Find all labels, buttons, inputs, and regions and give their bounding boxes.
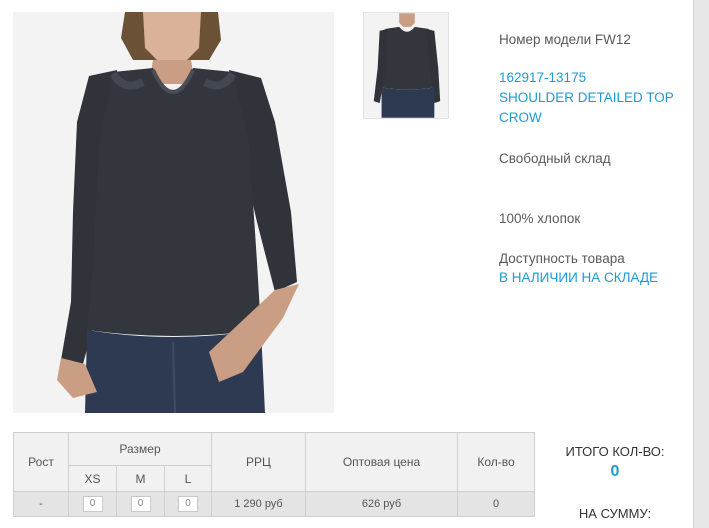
row-quantity: 0 xyxy=(457,491,535,517)
header-rost: Рост xyxy=(13,432,69,492)
row-rost: - xyxy=(13,491,69,517)
product-sku-link[interactable]: 162917-13175 xyxy=(499,68,586,88)
qty-input-l[interactable]: 0 xyxy=(178,496,198,512)
header-rrc: РРЦ xyxy=(211,432,306,492)
size-m: M xyxy=(116,465,165,492)
order-table: Рост Размер РРЦ Оптовая цена Кол-во XS M… xyxy=(13,432,535,517)
size-xs: XS xyxy=(68,465,117,492)
order-totals: ИТОГО КОЛ-ВО: 0 НА СУММУ: xyxy=(553,444,677,521)
qty-cell-xs: 0 xyxy=(68,491,117,517)
total-qty-value: 0 xyxy=(610,463,620,480)
product-photo-thumbnail[interactable] xyxy=(363,12,449,119)
product-name-line1[interactable]: SHOULDER DETAILED TOP xyxy=(499,88,674,108)
total-sum-label: НА СУММУ: xyxy=(578,506,652,521)
qty-input-m[interactable]: 0 xyxy=(130,496,151,512)
qty-input-xs[interactable]: 0 xyxy=(82,496,103,512)
row-rrc: 1 290 руб xyxy=(211,491,306,517)
product-photo-illustration xyxy=(13,12,334,413)
product-name-line2[interactable]: CROW xyxy=(499,108,542,128)
material: 100% хлопок xyxy=(499,211,581,226)
page-frame-border xyxy=(693,0,709,528)
total-qty-label: ИТОГО КОЛ-ВО: xyxy=(565,444,665,459)
header-wholesale-price: Оптовая цена xyxy=(305,432,458,492)
product-photo-main[interactable] xyxy=(13,12,334,413)
size-l: L xyxy=(164,465,212,492)
header-quantity: Кол-во xyxy=(457,432,535,492)
qty-cell-l: 0 xyxy=(164,491,212,517)
row-wholesale-price: 626 руб xyxy=(305,491,458,517)
qty-cell-m: 0 xyxy=(116,491,165,517)
thumbnail-illustration xyxy=(364,13,448,118)
model-number: Номер модели FW12 xyxy=(499,32,631,47)
availability-status: В НАЛИЧИИ НА СКЛАДЕ xyxy=(499,270,659,285)
header-size: Размер xyxy=(68,432,212,466)
availability-label: Доступность товара xyxy=(499,251,625,266)
warehouse-type: Свободный склад xyxy=(499,151,611,166)
